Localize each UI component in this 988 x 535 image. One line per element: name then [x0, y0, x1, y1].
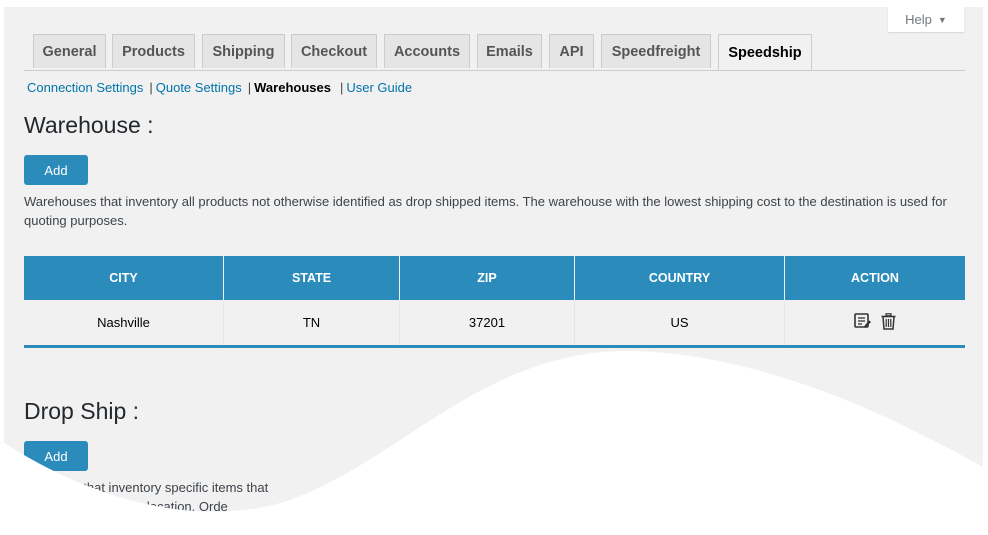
tab-products[interactable]: Products — [112, 34, 195, 68]
tab-general[interactable]: General — [33, 34, 106, 68]
help-label: Help — [905, 12, 932, 27]
dropship-description-line: Locations that inventory specific items … — [24, 480, 269, 495]
subnav-warehouses[interactable]: Warehouses — [254, 80, 331, 95]
add-warehouse-button[interactable]: Add — [24, 155, 88, 185]
column-header-state: STATE — [223, 256, 400, 300]
separator: | — [149, 80, 153, 95]
cell-zip: 37201 — [399, 300, 575, 347]
tab-shipping[interactable]: Shipping — [202, 34, 285, 68]
cell-state: TN — [223, 300, 400, 347]
tab-emails[interactable]: Emails — [477, 34, 542, 68]
tab-speedfreight[interactable]: Speedfreight — [601, 34, 711, 68]
subnav-user-guide[interactable]: User Guide — [346, 80, 412, 95]
tab-accounts[interactable]: Accounts — [384, 34, 470, 68]
help-button[interactable]: Help ▼ — [888, 7, 964, 32]
subnav-connection-settings[interactable]: Connection Settings — [27, 80, 143, 95]
cell-country: US — [574, 300, 785, 347]
caret-down-icon: ▼ — [937, 14, 947, 25]
table-header-row: CITY STATE ZIP COUNTRY ACTION — [24, 256, 965, 300]
separator: | — [339, 80, 344, 95]
subnav-quote-settings[interactable]: Quote Settings — [156, 80, 242, 95]
column-header-city: CITY — [24, 256, 224, 300]
edit-icon[interactable] — [854, 313, 872, 332]
dropship-title: Drop Ship : — [24, 398, 140, 424]
column-header-zip: ZIP — [399, 256, 575, 300]
tab-speedship[interactable]: Speedship — [718, 34, 812, 70]
cell-city: Nashville — [24, 300, 224, 347]
column-header-action: ACTION — [784, 256, 965, 300]
table-row: Nashville TN 37201 US — [24, 300, 965, 347]
dropship-description-line: associated drop ship location. Orde — [24, 499, 228, 514]
warehouse-table: CITY STATE ZIP COUNTRY ACTION Nashville … — [24, 256, 965, 348]
sub-navigation: Connection Settings | Quote Settings | Wareh… — [27, 80, 412, 95]
add-dropship-button[interactable]: Add — [24, 441, 88, 471]
delete-icon[interactable] — [881, 312, 896, 333]
column-header-country: COUNTRY — [574, 256, 785, 300]
tab-api[interactable]: API — [549, 34, 594, 68]
separator: | — [247, 80, 252, 95]
warehouse-description: Warehouses that inventory all products n… — [24, 194, 947, 228]
warehouse-title: Warehouse : — [24, 112, 154, 138]
settings-tabs: General Products Shipping Checkout Accou… — [24, 34, 965, 71]
cell-action — [785, 300, 966, 347]
tab-checkout[interactable]: Checkout — [291, 34, 377, 68]
dropship-description: Locations that inventory specific items … — [24, 478, 444, 535]
dropship-description-line: combination of — [24, 518, 109, 533]
